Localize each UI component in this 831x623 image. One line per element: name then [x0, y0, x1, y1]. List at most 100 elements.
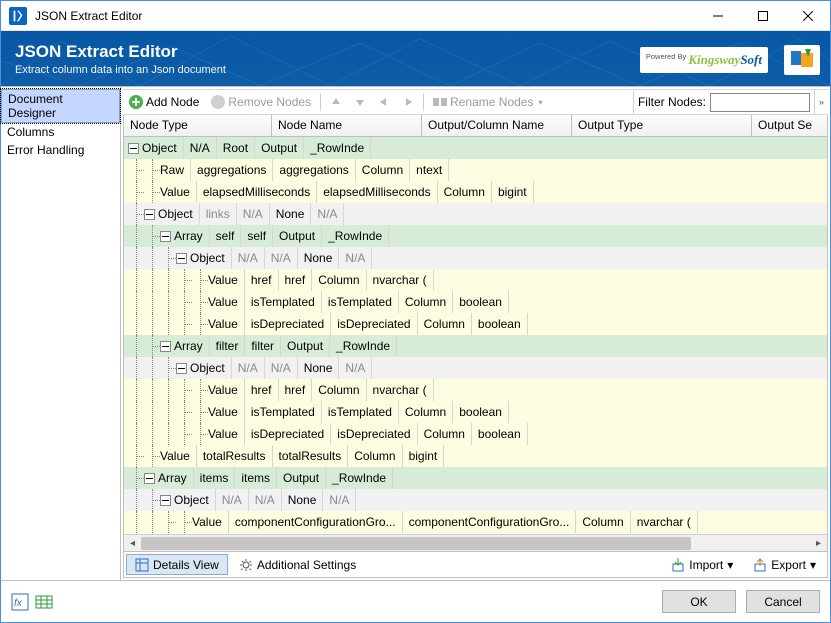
table-row[interactable]: ValuecomponentConfigurationGro...compone… — [124, 511, 827, 533]
node-name-cell: isTemplated — [245, 291, 322, 313]
node-name-cell: isTemplated — [245, 401, 322, 423]
output-setting-cell: N/A — [311, 203, 344, 225]
tab-details-view[interactable]: Details View — [126, 554, 228, 575]
remove-nodes-button[interactable]: Remove Nodes — [205, 90, 317, 114]
toolbar-overflow[interactable]: » — [814, 90, 828, 114]
collapse-icon[interactable] — [144, 209, 155, 220]
node-type-cell: Array — [124, 467, 194, 489]
ok-button[interactable]: OK — [662, 590, 736, 613]
export-button[interactable]: Export▾ — [744, 554, 825, 575]
scroll-right-icon[interactable]: ▸ — [810, 535, 827, 552]
node-type-label: Value — [208, 383, 238, 397]
grid: Node Type Node Name Output/Column Name O… — [123, 115, 828, 578]
chevron-down-icon: ▾ — [727, 558, 733, 572]
collapse-icon[interactable] — [176, 363, 187, 374]
table-row[interactable]: ValueisDepreciatedisDepreciatedColumnboo… — [124, 423, 827, 445]
output-type-cell: None — [282, 489, 324, 511]
col-node-type[interactable]: Node Type — [124, 115, 272, 136]
node-type-cell: Value — [124, 401, 245, 423]
collapse-icon[interactable] — [128, 143, 139, 154]
table-row[interactable]: ValueisTemplatedisTemplatedColumnboolean — [124, 291, 827, 313]
output-type-cell: Column — [312, 269, 366, 291]
sidebar-item-columns[interactable]: Columns — [1, 123, 120, 141]
table-row[interactable]: ObjectN/ARootOutput_RowInde — [124, 137, 827, 159]
node-name-cell: N/A — [232, 357, 265, 379]
node-type-label: Value — [192, 515, 222, 529]
node-name-cell: isDepreciated — [245, 423, 331, 445]
table-row[interactable]: ValuetotalResultstotalResultsColumnbigin… — [124, 445, 827, 467]
node-type-label: Object — [158, 207, 193, 221]
minus-icon — [211, 95, 225, 109]
move-up-button[interactable] — [324, 90, 348, 114]
output-column-cell: Root — [217, 137, 255, 159]
table-row[interactable]: ArrayitemsitemsOutput_RowInde — [124, 467, 827, 489]
node-type-label: Object — [174, 493, 209, 507]
table-row[interactable]: ValueisTemplatedisTemplatedColumnboolean — [124, 401, 827, 423]
output-setting-cell: _RowInde — [322, 225, 389, 247]
app-icon — [9, 7, 27, 25]
output-column-cell: N/A — [265, 247, 298, 269]
table-row[interactable]: ValuehrefhrefColumnnvarchar ( — [124, 379, 827, 401]
collapse-icon[interactable] — [160, 341, 171, 352]
rename-nodes-button[interactable]: Rename Nodes▾ — [427, 90, 548, 114]
brand-badge: Powered By KingswaySoft — [640, 47, 768, 73]
node-type-cell: Value — [124, 423, 245, 445]
output-column-cell: href — [279, 379, 313, 401]
table-row[interactable]: ValueelapsedMillisecondselapsedMilliseco… — [124, 181, 827, 203]
horizontal-scrollbar[interactable]: ◂ ▸ — [124, 534, 827, 551]
output-setting-cell: N/A — [339, 357, 372, 379]
collapse-icon[interactable] — [144, 473, 155, 484]
col-output-settings[interactable]: Output Se — [752, 115, 827, 136]
tab-additional-settings[interactable]: Additional Settings — [230, 554, 365, 575]
close-button[interactable] — [785, 1, 830, 30]
table-icon[interactable] — [35, 593, 53, 611]
table-row[interactable]: ValueisDepreciatedisDepreciatedColumnboo… — [124, 313, 827, 335]
table-row[interactable]: ArrayfilterfilterOutput_RowInde — [124, 335, 827, 357]
node-type-cell: Value — [124, 313, 245, 335]
table-row[interactable]: ObjectlinksN/ANoneN/A — [124, 203, 827, 225]
node-type-label: Value — [208, 317, 238, 331]
minimize-button[interactable] — [695, 1, 740, 30]
col-node-name[interactable]: Node Name — [272, 115, 422, 136]
move-right-button[interactable] — [396, 90, 420, 114]
scroll-left-icon[interactable]: ◂ — [124, 535, 141, 552]
table-row[interactable]: RawaggregationsaggregationsColumnntext — [124, 159, 827, 181]
output-type-cell: None — [298, 357, 340, 379]
col-output-column-name[interactable]: Output/Column Name — [422, 115, 572, 136]
sidebar-item-error-handling[interactable]: Error Handling — [1, 141, 120, 159]
output-column-cell: N/A — [249, 489, 282, 511]
output-type-cell: Output — [255, 137, 304, 159]
import-button[interactable]: Import▾ — [662, 554, 742, 575]
filter-input[interactable] — [710, 93, 810, 112]
table-row[interactable]: ObjectN/AN/ANoneN/A — [124, 489, 827, 511]
output-setting-cell: nvarchar ( — [367, 269, 434, 291]
node-type-cell: Object — [124, 137, 184, 159]
move-down-button[interactable] — [348, 90, 372, 114]
table-row[interactable]: ObjectN/AN/ANoneN/A — [124, 247, 827, 269]
svg-text:fx: fx — [14, 598, 23, 609]
output-setting-cell: nvarchar ( — [631, 511, 698, 533]
node-type-cell: Raw — [124, 159, 191, 181]
output-column-cell: isTemplated — [322, 401, 399, 423]
output-setting-cell: _RowInde — [326, 467, 393, 489]
table-row[interactable]: ObjectN/AN/ANoneN/A — [124, 357, 827, 379]
cancel-button[interactable]: Cancel — [746, 590, 820, 613]
filter-label: Filter Nodes: — [638, 95, 706, 109]
move-left-button[interactable] — [372, 90, 396, 114]
add-node-button[interactable]: Add Node — [123, 90, 205, 114]
output-type-cell: None — [270, 203, 312, 225]
scroll-thumb[interactable] — [141, 537, 691, 550]
page-subtitle: Extract column data into an Json documen… — [15, 64, 226, 76]
table-row[interactable]: ArrayselfselfOutput_RowInde — [124, 225, 827, 247]
col-output-type[interactable]: Output Type — [572, 115, 752, 136]
table-row[interactable]: ValuehrefhrefColumnnvarchar ( — [124, 269, 827, 291]
maximize-button[interactable] — [740, 1, 785, 30]
expression-icon[interactable]: fx — [11, 593, 29, 611]
collapse-icon[interactable] — [176, 253, 187, 264]
node-type-label: Value — [208, 405, 238, 419]
collapse-icon[interactable] — [160, 231, 171, 242]
output-type-cell: Column — [418, 313, 472, 335]
collapse-icon[interactable] — [160, 495, 171, 506]
sidebar-item-document-designer[interactable]: Document Designer — [1, 89, 120, 123]
window: JSON Extract Editor JSON Extract Editor … — [0, 0, 831, 623]
